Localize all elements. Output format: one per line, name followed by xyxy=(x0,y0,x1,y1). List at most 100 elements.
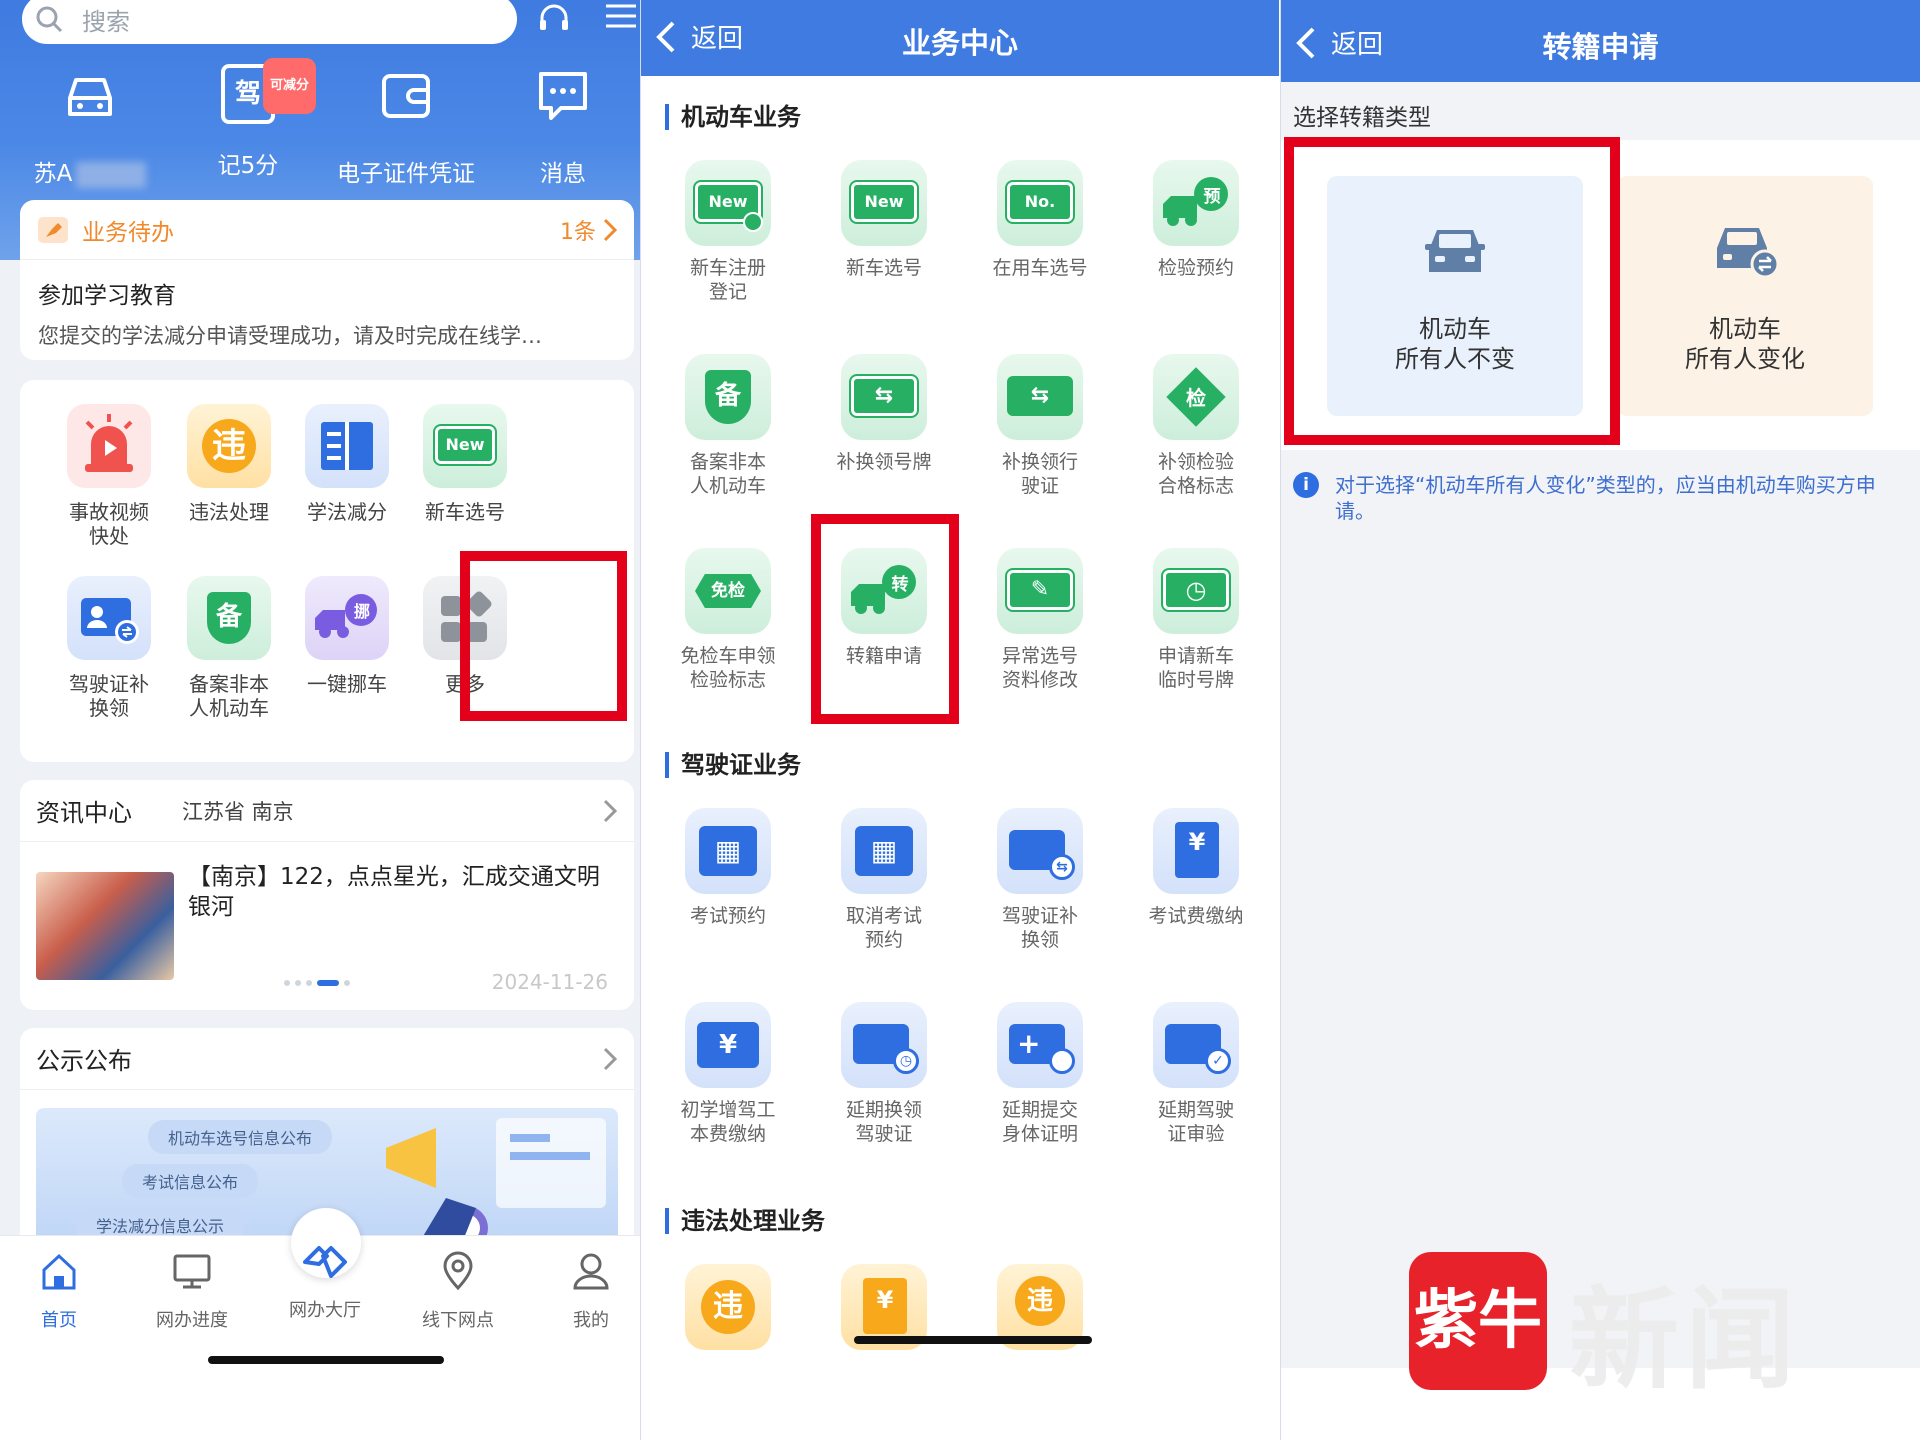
wallet-icon xyxy=(382,74,430,118)
plate-number-icon: No. xyxy=(997,160,1083,246)
transfer-application-screen: 返回 转籍申请 选择转籍类型 机动车 所有人不变 机动车 所有人变化 i 对于选择“… xyxy=(1281,0,1920,1440)
deduct-badge: 可减分 xyxy=(263,58,317,114)
svc-replace-inspection-mark[interactable]: 检 补领检验 合格标志 xyxy=(1126,354,1266,498)
svc-cancel-exam[interactable]: ▦ 取消考试 预约 xyxy=(814,808,954,952)
service-accident-label-1: 事故视频 xyxy=(69,500,149,524)
svc-inspection-appointment[interactable]: 预 检验预约 xyxy=(1126,160,1266,280)
svc-delay-license-review[interactable]: ✓ 延期驾驶 证审验 xyxy=(1126,1002,1266,1146)
notice-title: 公示公布 xyxy=(36,1047,132,1075)
license-swap-icon: ⇆ xyxy=(997,808,1083,894)
move-car-icon: 挪 xyxy=(305,576,389,660)
svc-replace-inspection-mark-icon-text: 检 xyxy=(1186,386,1206,410)
todo-card[interactable]: 业务待办 1条 参加学习教育 您提交的学法减分申请受理成功，请及时完成在线学… xyxy=(20,200,634,360)
tab-offline[interactable]: 线下网点 xyxy=(403,1250,513,1332)
car-swap-icon: ⇆ xyxy=(997,354,1083,440)
screenshot-collage: 搜索 苏A 驾 可减分 记5分 电子证件凭证 消息 业务待办 1条 参加学习教育… xyxy=(0,0,1920,1440)
svc-temporary-plate-icon-text: ◷ xyxy=(1161,568,1231,612)
svc-exempt-inspection-label-2: 检验标志 xyxy=(689,669,766,691)
svc-used-car-number[interactable]: No. 在用车选号 xyxy=(970,160,1110,280)
search-placeholder: 搜索 xyxy=(82,7,130,36)
svc-delay-health-proof[interactable]: + 延期提交 身体证明 xyxy=(970,1002,1110,1146)
news-image[interactable] xyxy=(36,872,174,980)
news-header[interactable]: 资讯中心 江苏省 南京 xyxy=(20,780,634,842)
svc-exempt-inspection[interactable]: 免检 免检车申领 检验标志 xyxy=(658,548,798,692)
svc-replace-driving-license-label-2: 驶证 xyxy=(1020,475,1059,497)
search-bar[interactable]: 搜索 xyxy=(22,0,517,44)
quick-ecert[interactable]: 电子证件凭证 xyxy=(326,64,486,188)
section-license-title: 驾驶证业务 xyxy=(665,752,801,778)
choose-type-label: 选择转籍类型 xyxy=(1293,105,1431,131)
calendar-cancel-icon: ▦ xyxy=(841,808,927,894)
service-new-plate[interactable]: New 新车选号 xyxy=(390,404,540,524)
svc-license-replace[interactable]: ⇆ 驾驶证补 换领 xyxy=(970,808,1110,952)
todo-header[interactable]: 业务待办 1条 xyxy=(20,200,634,260)
svc-abnormal-number-edit-icon-text: ✎ xyxy=(1005,568,1075,612)
svc-exam-fee-label: 考试费缴纳 xyxy=(1148,905,1244,927)
svc-replace-driving-license-label-1: 补换领行 xyxy=(1001,451,1078,473)
highlight-transfer xyxy=(811,514,959,724)
svc-replace-plate[interactable]: ⇆ 补换领号牌 xyxy=(814,354,954,474)
svc-new-car-number[interactable]: New 新车选号 xyxy=(814,160,954,280)
svc-cancel-exam-label: 取消考试 预约 xyxy=(814,904,954,952)
news-headline[interactable]: 【南京】122，点点星光，汇成交通文明银河 xyxy=(188,862,608,922)
message-icon xyxy=(539,72,587,120)
page-title: 转籍申请 xyxy=(1542,30,1659,64)
user-icon xyxy=(573,1253,609,1290)
quick-points-label: 记5分 xyxy=(217,153,279,179)
svc-replace-driving-license[interactable]: ⇆ 补换领行 驶证 xyxy=(970,354,1110,498)
svc-abnormal-number-edit-label-2: 资料修改 xyxy=(1001,669,1078,691)
shield-icon: 备 xyxy=(685,354,771,440)
svc-exam-fee[interactable]: ¥ 考试费缴纳 xyxy=(1126,808,1266,928)
news-card[interactable]: 资讯中心 江苏省 南京 【南京】122，点点星光，汇成交通文明银河 2024-1… xyxy=(20,780,634,1010)
svc-exam-appointment[interactable]: ▦ 考试预约 xyxy=(658,808,798,928)
quick-message[interactable]: 消息 xyxy=(483,64,640,188)
svc-violation-handle[interactable]: 违 xyxy=(658,1264,798,1350)
violation-icon-text: 违 xyxy=(202,419,256,473)
menu-icon[interactable] xyxy=(598,0,638,40)
svc-record-vehicle[interactable]: 备 备案非本 人机动车 xyxy=(658,354,798,498)
svc-temporary-plate-label-1: 申请新车 xyxy=(1157,645,1234,667)
highlight-owner-unchanged xyxy=(1284,137,1620,445)
tab-progress[interactable]: 网办进度 xyxy=(137,1250,247,1332)
svc-exam-fee-icon-text: ¥ xyxy=(1175,822,1219,878)
tab-hall-label: 网办大厅 xyxy=(289,1300,361,1321)
tab-hall[interactable]: 网办大厅 xyxy=(270,1246,380,1322)
quick-message-label: 消息 xyxy=(540,161,586,187)
svc-replace-inspection-mark-label-1: 补领检验 xyxy=(1157,451,1234,473)
ziniu-logo-glyph: 紫牛 xyxy=(1414,1283,1542,1358)
home-icon xyxy=(42,1253,76,1290)
svc-new-car-register-label-2: 登记 xyxy=(708,281,747,303)
svc-delay-license-renewal[interactable]: ◷ 延期换领 驾驶证 xyxy=(814,1002,954,1146)
highlight-more xyxy=(460,551,627,721)
notice-header[interactable]: 公示公布 xyxy=(20,1028,634,1090)
headset-icon[interactable] xyxy=(534,0,574,40)
health-proof-icon: + xyxy=(997,1002,1083,1088)
svc-violation-record-icon-text: 违 xyxy=(1015,1276,1065,1326)
chevron-right-icon xyxy=(603,1047,618,1070)
tab-me[interactable]: 我的 xyxy=(536,1250,640,1332)
quick-points[interactable]: 驾 可减分 记5分 xyxy=(168,58,328,180)
service-new-plate-label: 新车选号 xyxy=(425,500,505,524)
svc-learner-fee-label-1: 初学增驾工 xyxy=(680,1099,776,1121)
type-owner-changed[interactable]: 机动车 所有人变化 xyxy=(1617,176,1873,416)
svc-delay-license-review-label: 延期驾驶 证审验 xyxy=(1126,1098,1266,1146)
svc-temporary-plate[interactable]: ◷ 申请新车 临时号牌 xyxy=(1126,548,1266,692)
license-swap-icon xyxy=(67,576,151,660)
svc-new-car-register[interactable]: New 新车注册 登记 xyxy=(658,160,798,304)
notice-pill-plate[interactable]: 机动车选号信息公布 xyxy=(148,1120,333,1154)
chevron-right-icon xyxy=(603,218,618,241)
todo-count: 1条 xyxy=(560,219,596,245)
tab-home[interactable]: 首页 xyxy=(4,1250,114,1332)
svc-exam-appointment-label: 考试预约 xyxy=(689,905,766,927)
quick-plate[interactable]: 苏A xyxy=(10,64,170,188)
svc-learner-fee[interactable]: ¥ 初学增驾工 本费缴纳 xyxy=(658,1002,798,1146)
edit-plate-icon: ✎ xyxy=(997,548,1083,634)
carousel-dots xyxy=(284,980,350,986)
svc-abnormal-number-edit[interactable]: ✎ 异常选号 资料修改 xyxy=(970,548,1110,692)
book-icon xyxy=(305,404,389,488)
notice-pill-exam[interactable]: 考试信息公布 xyxy=(122,1164,259,1198)
bottom-tabbar: 首页 网办进度 网办大厅 线下网点 我的 xyxy=(0,1208,640,1440)
carousel-dot-2 xyxy=(295,980,301,986)
news-title: 资讯中心 xyxy=(36,799,132,827)
info-icon: i xyxy=(1293,472,1319,498)
